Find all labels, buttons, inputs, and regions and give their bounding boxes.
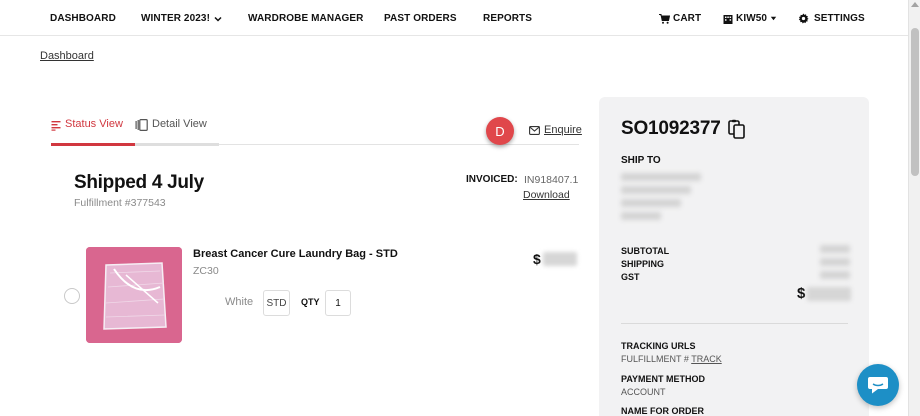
product-size: STD — [263, 290, 290, 316]
gst-redacted — [820, 271, 850, 279]
detail-columns-icon — [135, 119, 148, 131]
active-tab-indicator — [51, 143, 135, 146]
tracking-urls-label: TRACKING URLS — [621, 341, 696, 351]
payment-method-label: PAYMENT METHOD — [621, 374, 706, 384]
order-total: $ — [797, 285, 852, 302]
copy-icon[interactable] — [727, 119, 747, 139]
nav-cart-label: CART — [673, 13, 702, 24]
order-number: SO1092377 — [621, 118, 747, 140]
summary-divider — [621, 323, 848, 324]
subtotal-redacted — [820, 245, 850, 253]
nav-winter-label: WINTER 2023! — [141, 13, 210, 24]
laundry-bag-image — [86, 247, 182, 343]
chat-icon — [868, 377, 888, 394]
invoiced-label: INVOICED: — [466, 174, 518, 185]
cart-icon — [659, 13, 670, 24]
chat-button[interactable] — [857, 364, 899, 406]
page-scrollbar[interactable] — [908, 0, 920, 416]
total-redacted — [807, 286, 852, 301]
nav-account[interactable]: KIW50 — [723, 13, 778, 24]
order-number-text: SO1092377 — [621, 118, 721, 139]
price-currency-symbol: $ — [533, 251, 541, 267]
gear-icon — [798, 13, 809, 24]
product-name: Breast Cancer Cure Laundry Bag - STD — [193, 248, 398, 260]
enquire-label: Enquire — [544, 124, 582, 136]
nav-cart[interactable]: CART — [659, 13, 701, 24]
invoice-number: IN918407.1 — [524, 174, 579, 186]
chevron-down-icon — [214, 16, 222, 22]
tab-detail-label: Detail View — [152, 118, 207, 130]
nav-reports[interactable]: REPORTS — [483, 13, 532, 24]
invoice-download-link[interactable]: Download — [523, 189, 570, 201]
payment-method-value: ACCOUNT — [621, 387, 666, 397]
tab-status-view[interactable]: Status View — [51, 118, 135, 144]
gst-label: GST — [621, 272, 640, 282]
shipping-label: SHIPPING — [621, 259, 665, 269]
total-currency-symbol: $ — [797, 285, 806, 302]
status-list-icon — [51, 121, 61, 131]
user-initial-badge[interactable]: D — [486, 117, 514, 145]
order-summary-panel — [599, 97, 869, 416]
nav-settings[interactable]: SETTINGS — [798, 13, 865, 24]
qty-label: QTY — [301, 297, 320, 307]
tab-detail-view[interactable]: Detail View — [135, 118, 207, 144]
shipment-status-title: Shipped 4 July — [74, 172, 204, 193]
scroll-thumb[interactable] — [911, 28, 919, 176]
nav-settings-label: SETTINGS — [814, 13, 865, 24]
ship-to-heading: SHIP TO — [621, 155, 661, 166]
product-image — [86, 247, 182, 343]
nav-wardrobe-manager[interactable]: WARDROBE MANAGER — [248, 13, 364, 24]
tracking-url-row: FULFILLMENT # TRACK — [621, 354, 722, 364]
qty-value: 1 — [325, 290, 351, 316]
nav-account-label: KIW50 — [736, 13, 768, 24]
building-icon — [723, 14, 733, 24]
fulfillment-number: Fulfillment #377543 — [74, 197, 166, 209]
tab-status-label: Status View — [65, 118, 123, 130]
product-code: ZC30 — [193, 265, 219, 277]
envelope-icon — [529, 125, 540, 135]
enquire-link[interactable]: Enquire — [529, 124, 582, 136]
product-price: $ — [533, 251, 577, 267]
nav-past-orders[interactable]: PAST ORDERS — [384, 13, 457, 24]
product-color: White — [225, 296, 254, 308]
price-redacted — [542, 252, 577, 266]
breadcrumb-dashboard[interactable]: Dashboard — [40, 50, 94, 62]
track-link[interactable]: TRACK — [691, 354, 722, 364]
chevron-down-icon — [770, 16, 777, 21]
product-select-radio[interactable] — [64, 288, 80, 304]
subtotal-label: SUBTOTAL — [621, 246, 670, 256]
nav-winter-2023[interactable]: WINTER 2023! — [141, 13, 223, 24]
shipping-redacted — [820, 258, 850, 266]
name-for-order-label: NAME FOR ORDER — [621, 406, 704, 416]
scroll-up-arrow-icon[interactable] — [911, 2, 919, 7]
nav-dashboard[interactable]: DASHBOARD — [50, 13, 116, 24]
tracking-prefix: FULFILLMENT # — [621, 354, 689, 364]
top-navigation: DASHBOARD WINTER 2023! WARDROBE MANAGER … — [0, 0, 908, 36]
ship-to-address-redacted — [621, 173, 701, 225]
